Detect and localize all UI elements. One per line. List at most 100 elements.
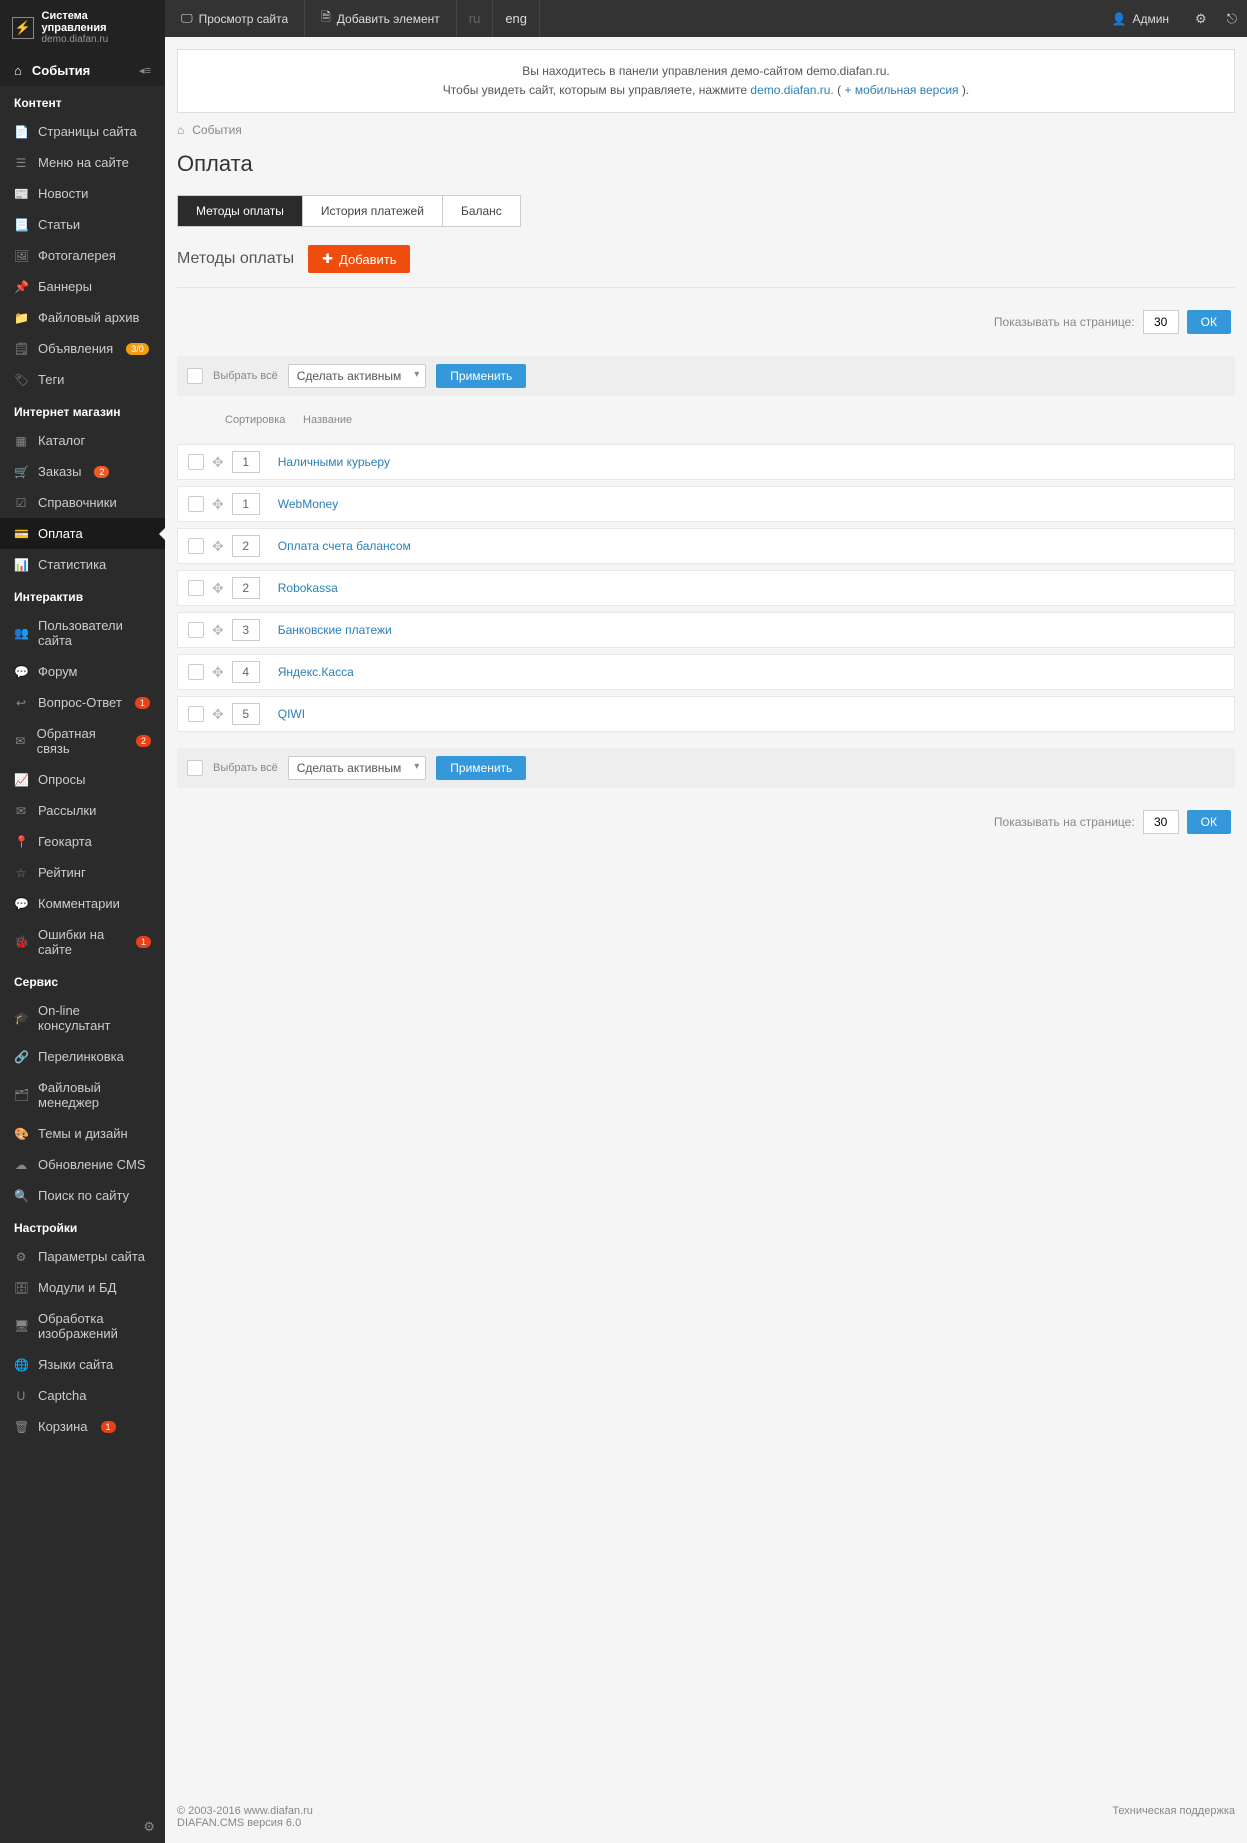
select-all-label-bottom[interactable]: Выбрать всё bbox=[213, 762, 278, 774]
sidebar-item[interactable]: 🐞Ошибки на сайте1 bbox=[0, 919, 165, 965]
sidebar-item[interactable]: 📈Опросы bbox=[0, 764, 165, 795]
add-element-button[interactable]: 🗎 Добавить элемент bbox=[305, 0, 457, 37]
drag-handle-icon[interactable]: ✥ bbox=[212, 706, 224, 723]
sidebar-item[interactable]: 🗂Файловый менеджер bbox=[0, 1072, 165, 1118]
row-link[interactable]: Наличными курьеру bbox=[278, 455, 390, 469]
notice-link-mobile[interactable]: + мобильная версия bbox=[845, 83, 959, 97]
tab[interactable]: Методы оплаты bbox=[178, 196, 303, 226]
sidebar-item[interactable]: ☑Справочники bbox=[0, 487, 165, 518]
logo[interactable]: ⚡ Система управления demo.diafan.ru bbox=[0, 0, 165, 55]
row-checkbox[interactable] bbox=[188, 706, 204, 722]
sidebar-item[interactable]: 🗄Модули и БД bbox=[0, 1272, 165, 1303]
drag-handle-icon[interactable]: ✥ bbox=[212, 454, 224, 471]
sidebar-item-icon: 📃 bbox=[14, 218, 28, 232]
sidebar-item[interactable]: ☁Обновление CMS bbox=[0, 1149, 165, 1180]
apply-button-bottom[interactable]: Применить bbox=[436, 756, 526, 780]
sidebar-item[interactable]: ▦Каталог bbox=[0, 425, 165, 456]
sidebar-item-icon: ⚙ bbox=[14, 1250, 28, 1264]
bulk-action-select[interactable]: Сделать активным bbox=[288, 364, 427, 388]
sidebar-item[interactable]: 👥Пользователи сайта bbox=[0, 610, 165, 656]
row-link[interactable]: Оплата счета балансом bbox=[278, 539, 411, 553]
sort-input[interactable] bbox=[232, 493, 260, 515]
row-checkbox[interactable] bbox=[188, 664, 204, 680]
perpage-input-bottom[interactable] bbox=[1143, 810, 1179, 834]
sidebar-item[interactable]: 🗒Объявления3/0 bbox=[0, 333, 165, 364]
sidebar-item[interactable]: ↩Вопрос-Ответ1 bbox=[0, 687, 165, 718]
sidebar-item[interactable]: 📍Геокарта bbox=[0, 826, 165, 857]
sidebar-item[interactable]: 🏷Теги bbox=[0, 364, 165, 395]
sidebar-item[interactable]: 🛒Заказы2 bbox=[0, 456, 165, 487]
sort-input[interactable] bbox=[232, 661, 260, 683]
apply-button[interactable]: Применить bbox=[436, 364, 526, 388]
drag-handle-icon[interactable]: ✥ bbox=[212, 496, 224, 513]
row-link[interactable]: Яндекс.Касса bbox=[278, 665, 354, 679]
sidebar-item[interactable]: 🔍Поиск по сайту bbox=[0, 1180, 165, 1211]
sidebar-item[interactable]: ✉Обратная связь2 bbox=[0, 718, 165, 764]
footer-support-link[interactable]: Техническая поддержка bbox=[1112, 1805, 1235, 1829]
sidebar-item[interactable]: ☆Рейтинг bbox=[0, 857, 165, 888]
drag-handle-icon[interactable]: ✥ bbox=[212, 622, 224, 639]
sidebar-item[interactable]: 📊Статистика bbox=[0, 549, 165, 580]
sidebar-item[interactable]: 💬Комментарии bbox=[0, 888, 165, 919]
row-link[interactable]: Robokassa bbox=[278, 581, 338, 595]
row-checkbox[interactable] bbox=[188, 538, 204, 554]
perpage-ok-button-bottom[interactable]: ОК bbox=[1187, 810, 1231, 834]
collapse-icon[interactable]: ◂≡ bbox=[139, 64, 151, 77]
add-button[interactable]: ✚ Добавить bbox=[308, 245, 410, 273]
tab[interactable]: Баланс bbox=[443, 196, 520, 226]
sidebar-item-icon: 📰 bbox=[14, 187, 28, 201]
sort-input[interactable] bbox=[232, 451, 260, 473]
sidebar-item[interactable]: 🎨Темы и дизайн bbox=[0, 1118, 165, 1149]
row-checkbox[interactable] bbox=[188, 622, 204, 638]
sidebar-item[interactable]: ✉Рассылки bbox=[0, 795, 165, 826]
breadcrumb-home-icon[interactable]: ⌂ bbox=[177, 123, 184, 137]
sidebar-item[interactable]: 🗑Корзина1 bbox=[0, 1411, 165, 1442]
sidebar-item[interactable]: 💬Форум bbox=[0, 656, 165, 687]
breadcrumb-current[interactable]: События bbox=[192, 123, 242, 137]
row-checkbox[interactable] bbox=[188, 580, 204, 596]
tab[interactable]: История платежей bbox=[303, 196, 443, 226]
perpage-input[interactable] bbox=[1143, 310, 1179, 334]
admin-menu[interactable]: 👤 Админ bbox=[1096, 0, 1186, 37]
sidebar-item[interactable]: 💳Оплата bbox=[0, 518, 165, 549]
bulk-action-select-bottom[interactable]: Сделать активным bbox=[288, 756, 427, 780]
sidebar-item[interactable]: ⚙Параметры сайта bbox=[0, 1241, 165, 1272]
sidebar-item-label: Рассылки bbox=[38, 803, 96, 818]
row-link[interactable]: QIWI bbox=[278, 707, 305, 721]
sidebar-item[interactable]: 🔗Перелинковка bbox=[0, 1041, 165, 1072]
row-link[interactable]: WebMoney bbox=[278, 497, 338, 511]
sidebar-item[interactable]: 📰Новости bbox=[0, 178, 165, 209]
select-all-checkbox[interactable] bbox=[187, 368, 203, 384]
sidebar-item[interactable]: 📄Страницы сайта bbox=[0, 116, 165, 147]
view-site-button[interactable]: 🖵 Просмотр сайта bbox=[165, 0, 305, 37]
sort-input[interactable] bbox=[232, 703, 260, 725]
row-link[interactable]: Банковские платежи bbox=[278, 623, 392, 637]
sidebar-item[interactable]: 📁Файловый архив bbox=[0, 302, 165, 333]
notice-link-site[interactable]: demo.diafan.ru. bbox=[750, 83, 833, 97]
sidebar-item[interactable]: 🌐Языки сайта bbox=[0, 1349, 165, 1380]
drag-handle-icon[interactable]: ✥ bbox=[212, 538, 224, 555]
lang-ru[interactable]: ru bbox=[457, 0, 494, 37]
row-checkbox[interactable] bbox=[188, 454, 204, 470]
drag-handle-icon[interactable]: ✥ bbox=[212, 664, 224, 681]
select-all-label[interactable]: Выбрать всё bbox=[213, 370, 278, 382]
settings-icon[interactable]: ⚙ bbox=[143, 1819, 155, 1835]
select-all-checkbox-bottom[interactable] bbox=[187, 760, 203, 776]
drag-handle-icon[interactable]: ✥ bbox=[212, 580, 224, 597]
perpage-ok-button[interactable]: ОК bbox=[1187, 310, 1231, 334]
sidebar-item[interactable]: 🖼Фотогалерея bbox=[0, 240, 165, 271]
sidebar-item[interactable]: 📌Баннеры bbox=[0, 271, 165, 302]
sidebar-item[interactable]: ☰Меню на сайте bbox=[0, 147, 165, 178]
logout-icon[interactable]: ⎋ bbox=[1217, 0, 1247, 37]
gear-icon[interactable]: ⚙ bbox=[1185, 0, 1217, 37]
row-checkbox[interactable] bbox=[188, 496, 204, 512]
sidebar-item[interactable]: 🖥Обработка изображений bbox=[0, 1303, 165, 1349]
sidebar-item[interactable]: 🎓On-line консультант bbox=[0, 995, 165, 1041]
lang-eng[interactable]: eng bbox=[493, 0, 540, 37]
sort-input[interactable] bbox=[232, 577, 260, 599]
sidebar-item[interactable]: 📃Статьи bbox=[0, 209, 165, 240]
sidebar-events[interactable]: ⌂События ◂≡ bbox=[0, 55, 165, 86]
sort-input[interactable] bbox=[232, 619, 260, 641]
sort-input[interactable] bbox=[232, 535, 260, 557]
sidebar-item[interactable]: UCaptcha bbox=[0, 1380, 165, 1411]
